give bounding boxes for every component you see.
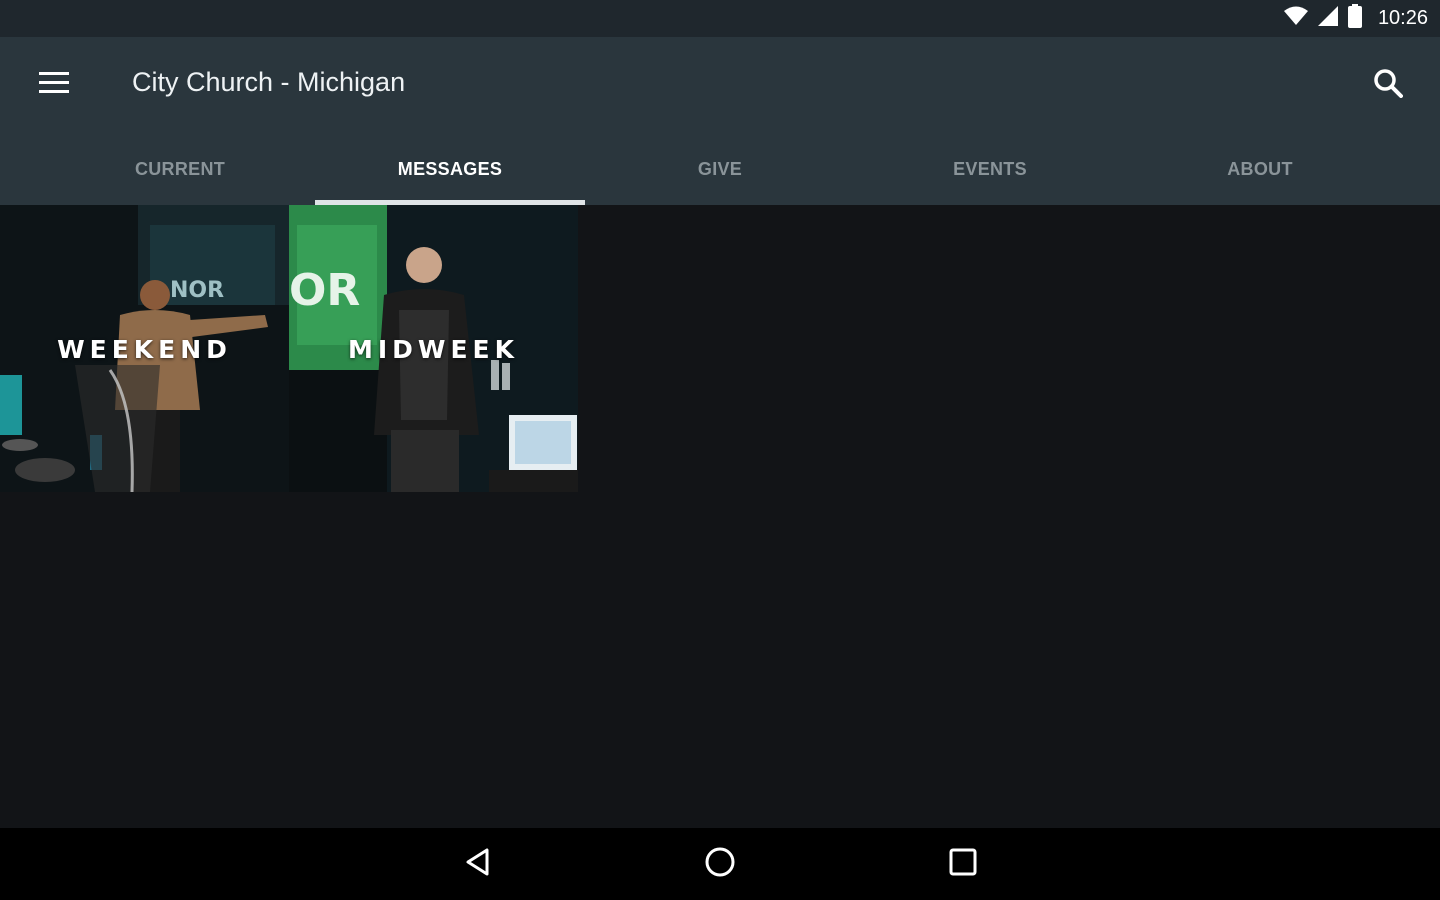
home-icon (704, 846, 736, 883)
tab-label: GIVE (697, 158, 743, 179)
tab-label: MESSAGES (397, 158, 503, 179)
status-bar: 10:26 (0, 0, 1440, 37)
search-button[interactable] (1364, 63, 1412, 107)
tab-label: CURRENT (134, 158, 226, 179)
back-button[interactable] (448, 842, 508, 886)
page-title: City Church - Michigan (132, 67, 406, 97)
menu-button[interactable] (26, 65, 82, 105)
messages-content: NOR WEEKEND OR MIDWEEK (0, 205, 1440, 828)
tab-current[interactable]: CURRENT (45, 133, 315, 205)
app-bar: City Church - Michigan CURRENT MESSAGES … (0, 37, 1440, 205)
status-time: 10:26 (1377, 7, 1428, 29)
svg-text:OR: OR (289, 265, 360, 316)
home-button[interactable] (690, 842, 750, 886)
cell-signal-icon (1317, 6, 1338, 31)
system-nav-bar (0, 828, 1440, 900)
svg-text:NOR: NOR (170, 278, 224, 303)
tab-label: ABOUT (1227, 158, 1293, 179)
back-icon (463, 847, 493, 882)
tab-about[interactable]: ABOUT (1125, 133, 1395, 205)
tile-label: MIDWEEK (347, 335, 520, 364)
weekend-tile[interactable]: NOR WEEKEND (0, 205, 289, 492)
tab-label: EVENTS (953, 158, 1027, 179)
tab-events[interactable]: EVENTS (855, 133, 1125, 205)
search-icon (1373, 68, 1403, 103)
tab-bar: CURRENT MESSAGES GIVE EVENTS ABOUT (45, 133, 1395, 205)
toolbar: City Church - Michigan (0, 37, 1440, 133)
recents-button[interactable] (933, 842, 993, 886)
tile-label: WEEKEND (57, 335, 232, 364)
tab-messages[interactable]: MESSAGES (315, 133, 585, 205)
wifi-icon (1283, 6, 1308, 31)
battery-icon (1347, 4, 1362, 33)
tab-give[interactable]: GIVE (585, 133, 855, 205)
recents-icon (949, 848, 977, 881)
hamburger-menu-icon (39, 71, 69, 99)
midweek-tile[interactable]: OR MIDWEEK (289, 205, 578, 492)
